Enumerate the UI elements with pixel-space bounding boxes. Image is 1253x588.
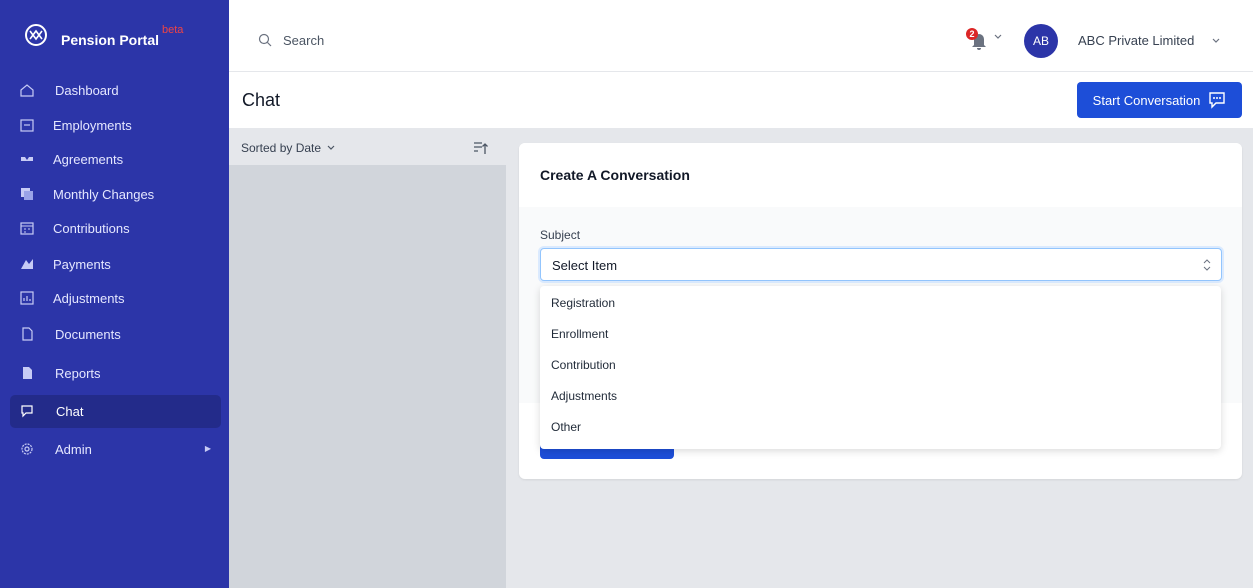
- chat-icon: [1209, 92, 1226, 109]
- chevron-down-icon[interactable]: [1211, 36, 1221, 46]
- report-icon: [23, 367, 32, 379]
- page-header: Chat Start Conversation: [229, 72, 1253, 129]
- handshake-icon: [21, 157, 33, 161]
- sidebar-item-payments[interactable]: Payments: [10, 248, 221, 281]
- sort-ascending-icon[interactable]: [473, 140, 489, 156]
- sort-bar: Sorted by Date: [229, 130, 506, 165]
- sort-dropdown[interactable]: Sorted by Date: [241, 141, 321, 155]
- sidebar-item-monthly-changes[interactable]: Monthly Changes: [10, 178, 221, 211]
- sidebar-item-label: Adjustments: [53, 291, 125, 306]
- dropdown-option-other[interactable]: Other: [540, 412, 1221, 443]
- sidebar-item-label: Monthly Changes: [53, 187, 155, 202]
- logo-icon: [25, 24, 47, 46]
- chevron-down-icon[interactable]: [326, 143, 336, 153]
- conversation-list: Sorted by Date: [229, 130, 506, 588]
- company-selector[interactable]: ABC Private Limited: [1078, 33, 1194, 48]
- sidebar-item-label: Documents: [55, 327, 121, 342]
- sidebar-item-agreements[interactable]: Agreements: [10, 143, 221, 176]
- topbar: 2 AB ABC Private Limited: [229, 0, 1253, 72]
- chat-icon: [21, 405, 33, 418]
- sidebar-item-label: Chat: [56, 404, 84, 419]
- document-icon: [22, 327, 33, 341]
- calendar-icon: [20, 222, 34, 235]
- subject-select-value: Select Item: [552, 258, 618, 273]
- notifications-button[interactable]: 2: [966, 28, 988, 50]
- sidebar-item-label: Employments: [53, 118, 132, 133]
- sidebar-item-employments[interactable]: Employments: [10, 109, 221, 142]
- subject-label: Subject: [540, 228, 581, 242]
- dropdown-option-registration[interactable]: Registration: [540, 288, 1221, 319]
- page-title: Chat: [242, 90, 281, 110]
- brand-title: Pension Portal: [61, 32, 160, 48]
- select-arrows-icon: [1203, 259, 1211, 271]
- sidebar-item-label: Contributions: [53, 221, 130, 236]
- dropdown-option-enrollment[interactable]: Enrollment: [540, 319, 1221, 350]
- submenu-arrow-icon: ▶: [204, 444, 211, 453]
- payment-icon: [21, 259, 33, 269]
- sidebar-item-documents[interactable]: Documents: [10, 318, 221, 351]
- card-header: Create A Conversation: [519, 143, 1242, 207]
- beta-badge: beta: [162, 24, 184, 36]
- sidebar-item-label: Payments: [53, 257, 111, 272]
- avatar[interactable]: AB: [1024, 24, 1058, 58]
- subject-dropdown-menu: Registration Enrollment Contribution Adj…: [540, 286, 1221, 449]
- sidebar-item-contributions[interactable]: Contributions: [10, 212, 221, 245]
- briefcase-icon: [20, 119, 34, 132]
- start-conversation-label: Start Conversation: [1092, 92, 1201, 108]
- sidebar: Pension Portal beta Dashboard Employment…: [0, 0, 229, 588]
- start-conversation-button[interactable]: Start Conversation: [1077, 82, 1242, 118]
- copy-icon: [21, 188, 33, 200]
- sidebar-item-label: Admin: [55, 442, 92, 457]
- sidebar-item-dashboard[interactable]: Dashboard: [10, 74, 221, 107]
- sidebar-item-label: Agreements: [53, 152, 124, 167]
- gear-icon: [21, 443, 33, 455]
- sidebar-item-chat[interactable]: Chat: [10, 395, 221, 428]
- subject-select[interactable]: Select Item: [540, 248, 1222, 281]
- sidebar-item-label: Reports: [55, 366, 101, 381]
- search-input[interactable]: [283, 30, 583, 50]
- sidebar-item-adjustments[interactable]: Adjustments: [10, 282, 221, 315]
- chevron-down-icon[interactable]: [993, 32, 1003, 42]
- search-icon: [258, 33, 272, 47]
- sidebar-item-reports[interactable]: Reports: [10, 357, 221, 390]
- card-title: Create A Conversation: [540, 167, 690, 183]
- dropdown-option-contribution[interactable]: Contribution: [540, 350, 1221, 381]
- chart-icon: [20, 291, 34, 305]
- sidebar-item-label: Dashboard: [55, 83, 119, 98]
- home-icon: [20, 84, 34, 97]
- sidebar-item-admin[interactable]: Admin ▶: [10, 433, 221, 466]
- notification-count-badge: 2: [966, 28, 978, 40]
- dropdown-option-adjustments[interactable]: Adjustments: [540, 381, 1221, 412]
- main-content: Create A Conversation Subject Select Ite…: [506, 130, 1253, 588]
- brand[interactable]: Pension Portal beta: [0, 0, 229, 80]
